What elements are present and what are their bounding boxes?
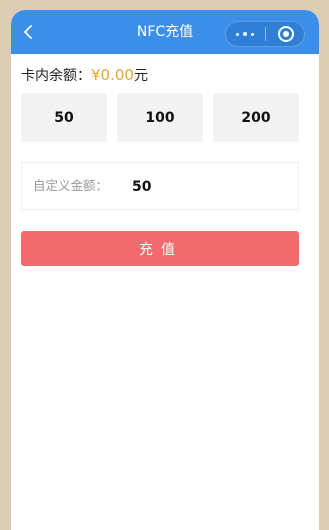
amount-option-200[interactable]: 200: [213, 93, 299, 142]
custom-amount-row: 自定义金额：: [21, 162, 299, 210]
balance-unit: 元: [133, 68, 148, 84]
amount-option-100[interactable]: 100: [117, 93, 203, 142]
custom-amount-input[interactable]: [130, 174, 284, 200]
more-dots-icon[interactable]: [226, 22, 265, 46]
balance-amount: ¥0.00: [91, 66, 134, 84]
recharge-button[interactable]: 充值: [21, 231, 299, 266]
target-close-icon[interactable]: [266, 22, 305, 46]
mini-program-capsule: [225, 21, 305, 47]
phone-screen: NFC充值 卡内余额：¥0.00元 50 100 200 自定义金额： 充值: [11, 10, 319, 530]
navigation-bar: NFC充值: [11, 10, 319, 54]
amount-option-50[interactable]: 50: [21, 93, 107, 142]
card-balance: 卡内余额：¥0.00元: [21, 65, 148, 85]
custom-amount-label: 自定义金额：: [33, 178, 109, 193]
balance-label: 卡内余额：: [21, 68, 91, 84]
